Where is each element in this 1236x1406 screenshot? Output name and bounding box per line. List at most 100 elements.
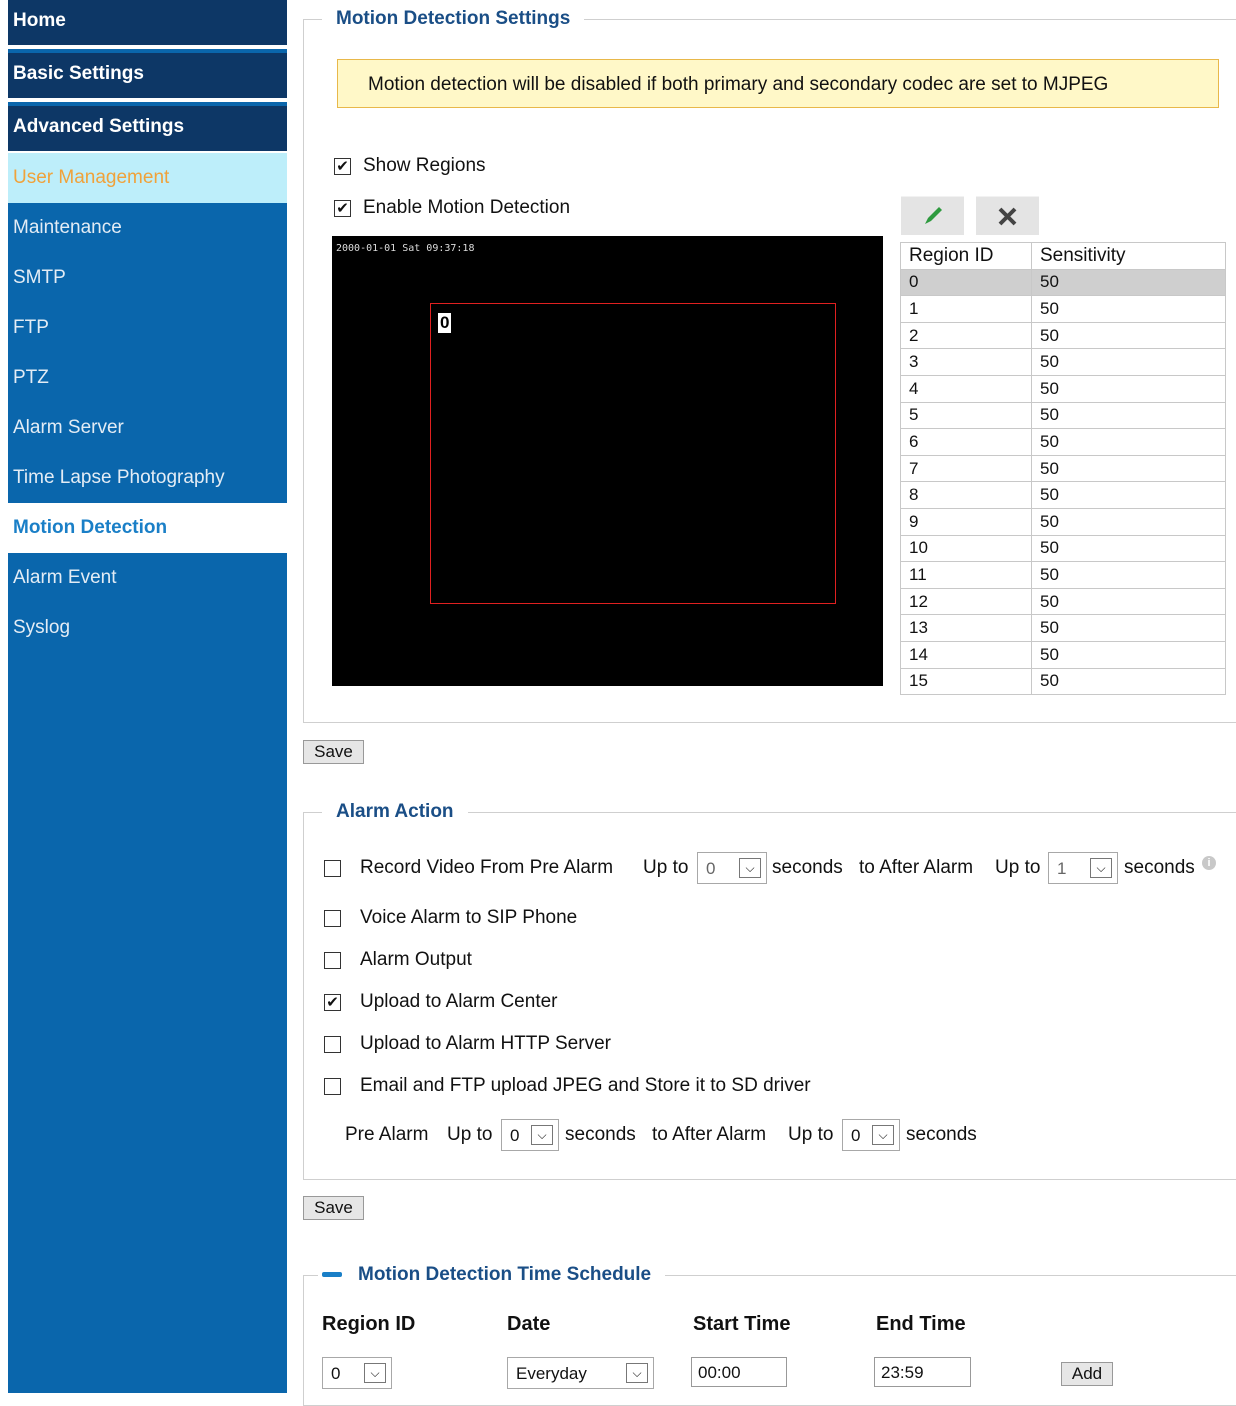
sensitivity-cell: 50 bbox=[1031, 374, 1226, 403]
end-time-input[interactable]: 23:59 bbox=[874, 1357, 971, 1387]
nav-user-management[interactable]: User Management bbox=[8, 153, 287, 203]
after-alarm-select-2[interactable]: 0 ⌵ bbox=[842, 1119, 900, 1151]
pre-seconds-label: seconds bbox=[772, 857, 843, 878]
sensitivity-cell: 50 bbox=[1031, 268, 1226, 297]
upload-center-label: Upload to Alarm Center bbox=[360, 991, 558, 1012]
chevron-down-icon: ⌵ bbox=[531, 1125, 553, 1145]
alarm-output-label: Alarm Output bbox=[360, 949, 472, 970]
voice-alarm-checkbox[interactable] bbox=[324, 910, 341, 927]
edit-region-button[interactable] bbox=[901, 196, 964, 235]
table-row[interactable]: 11 50 bbox=[900, 561, 1226, 589]
nav-ftp[interactable]: FTP bbox=[8, 303, 287, 353]
nav-basic-settings[interactable]: Basic Settings bbox=[8, 53, 287, 102]
region-id-cell: 1 bbox=[900, 295, 1032, 323]
nav-ptz[interactable]: PTZ bbox=[8, 353, 287, 403]
region-id-cell: 11 bbox=[900, 561, 1032, 589]
table-row[interactable]: 10 50 bbox=[900, 534, 1226, 563]
schedule-region-select[interactable]: 0 ⌵ bbox=[322, 1357, 392, 1389]
table-row[interactable]: 9 50 bbox=[900, 507, 1226, 536]
nav-home[interactable]: Home bbox=[8, 0, 287, 49]
collapse-icon[interactable] bbox=[322, 1272, 342, 1278]
info-icon[interactable]: i bbox=[1202, 856, 1216, 870]
sensitivity-cell: 50 bbox=[1031, 428, 1226, 456]
delete-region-button[interactable] bbox=[976, 196, 1039, 235]
nav-smtp[interactable]: SMTP bbox=[8, 253, 287, 303]
nav-maintenance[interactable]: Maintenance bbox=[8, 203, 287, 253]
enable-motion-checkbox[interactable]: ✔ bbox=[334, 200, 351, 217]
table-row[interactable]: 12 50 bbox=[900, 587, 1226, 616]
start-time-input[interactable]: 00:00 bbox=[691, 1357, 787, 1387]
mjpeg-notice: Motion detection will be disabled if bot… bbox=[337, 59, 1219, 108]
sensitivity-cell: 50 bbox=[1031, 587, 1226, 616]
add-schedule-button[interactable]: Add bbox=[1061, 1362, 1113, 1386]
col-start-time: Start Time bbox=[693, 1313, 791, 1335]
alarm-action-legend: Alarm Action bbox=[336, 801, 454, 822]
table-row[interactable]: 4 50 bbox=[900, 374, 1226, 403]
table-row[interactable]: 0 50 bbox=[900, 268, 1226, 297]
region-id-cell: 2 bbox=[900, 321, 1032, 350]
nav-alarm-event[interactable]: Alarm Event bbox=[8, 553, 287, 603]
motion-region-box[interactable]: 0 bbox=[430, 303, 836, 604]
region-id-cell: 4 bbox=[900, 374, 1032, 403]
sidebar: Home Basic Settings Advanced Settings Us… bbox=[8, 0, 287, 1393]
show-regions-label: Show Regions bbox=[363, 155, 486, 176]
table-row[interactable]: 7 50 bbox=[900, 454, 1226, 483]
table-row[interactable]: 2 50 bbox=[900, 321, 1226, 350]
sensitivity-cell: 50 bbox=[1031, 295, 1226, 323]
to-after-alarm-label-2: to After Alarm bbox=[652, 1124, 767, 1145]
table-row[interactable]: 8 50 bbox=[900, 481, 1226, 509]
nav-advanced-settings[interactable]: Advanced Settings bbox=[8, 106, 287, 155]
after-alarm-select[interactable]: 1 ⌵ bbox=[1048, 852, 1118, 884]
region-id-cell: 8 bbox=[900, 481, 1032, 509]
pre2-seconds-label: seconds bbox=[565, 1124, 636, 1145]
alarm-output-checkbox[interactable] bbox=[324, 952, 341, 969]
table-row[interactable]: 13 50 bbox=[900, 614, 1226, 642]
table-row[interactable]: 15 50 bbox=[900, 667, 1226, 696]
nav-syslog[interactable]: Syslog bbox=[8, 603, 287, 653]
pre-alarm-select[interactable]: 0 ⌵ bbox=[697, 852, 767, 884]
region-id-cell: 0 bbox=[900, 268, 1032, 297]
close-icon bbox=[998, 207, 1017, 226]
schedule-date-select[interactable]: Everyday ⌵ bbox=[507, 1357, 654, 1389]
motion-settings-legend: Motion Detection Settings bbox=[336, 8, 571, 29]
pre-up-to-label: Up to bbox=[643, 857, 689, 878]
nav-time-lapse[interactable]: Time Lapse Photography bbox=[8, 453, 287, 503]
after-up-to-label: Up to bbox=[995, 857, 1041, 878]
region-id-cell: 12 bbox=[900, 587, 1032, 616]
enable-motion-label: Enable Motion Detection bbox=[363, 197, 571, 218]
table-row[interactable]: 5 50 bbox=[900, 401, 1226, 430]
table-row[interactable]: 6 50 bbox=[900, 428, 1226, 456]
save-motion-button[interactable]: Save bbox=[303, 740, 364, 764]
after2-seconds-label: seconds bbox=[906, 1124, 977, 1145]
upload-center-checkbox[interactable]: ✔ bbox=[324, 994, 341, 1011]
show-regions-checkbox[interactable]: ✔ bbox=[334, 158, 351, 175]
table-row[interactable]: 14 50 bbox=[900, 640, 1226, 669]
save-alarm-button[interactable]: Save bbox=[303, 1196, 364, 1220]
table-row[interactable]: 3 50 bbox=[900, 348, 1226, 376]
sensitivity-cell: 50 bbox=[1031, 481, 1226, 509]
upload-http-checkbox[interactable] bbox=[324, 1036, 341, 1053]
region-id-cell: 13 bbox=[900, 614, 1032, 642]
after-alarm-value-2: 0 bbox=[851, 1126, 861, 1145]
schedule-legend-text: Motion Detection Time Schedule bbox=[358, 1264, 652, 1285]
region-id-cell: 9 bbox=[900, 507, 1032, 536]
video-preview[interactable]: 2000-01-01 Sat 09:37:18 0 bbox=[332, 236, 883, 686]
sensitivity-cell: 50 bbox=[1031, 534, 1226, 563]
sensitivity-cell: 50 bbox=[1031, 561, 1226, 589]
schedule-legend: Motion Detection Time Schedule bbox=[318, 1264, 665, 1286]
nav-motion-detection[interactable]: Motion Detection bbox=[8, 503, 287, 553]
schedule-region-value: 0 bbox=[331, 1364, 341, 1383]
after2-up-to-label: Up to bbox=[788, 1124, 834, 1145]
nav-alarm-server[interactable]: Alarm Server bbox=[8, 403, 287, 453]
upload-http-label: Upload to Alarm HTTP Server bbox=[360, 1033, 611, 1054]
pre-alarm-select-2[interactable]: 0 ⌵ bbox=[501, 1119, 559, 1151]
col-end-time: End Time bbox=[876, 1313, 966, 1335]
region-id-cell: 6 bbox=[900, 428, 1032, 456]
region-id-cell: 3 bbox=[900, 348, 1032, 376]
table-row[interactable]: 1 50 bbox=[900, 295, 1226, 323]
email-ftp-checkbox[interactable] bbox=[324, 1078, 341, 1095]
pre-alarm-value-2: 0 bbox=[510, 1126, 520, 1145]
record-video-checkbox[interactable] bbox=[324, 860, 341, 877]
region-id-cell: 15 bbox=[900, 667, 1032, 696]
record-video-label: Record Video From Pre Alarm bbox=[360, 857, 614, 878]
